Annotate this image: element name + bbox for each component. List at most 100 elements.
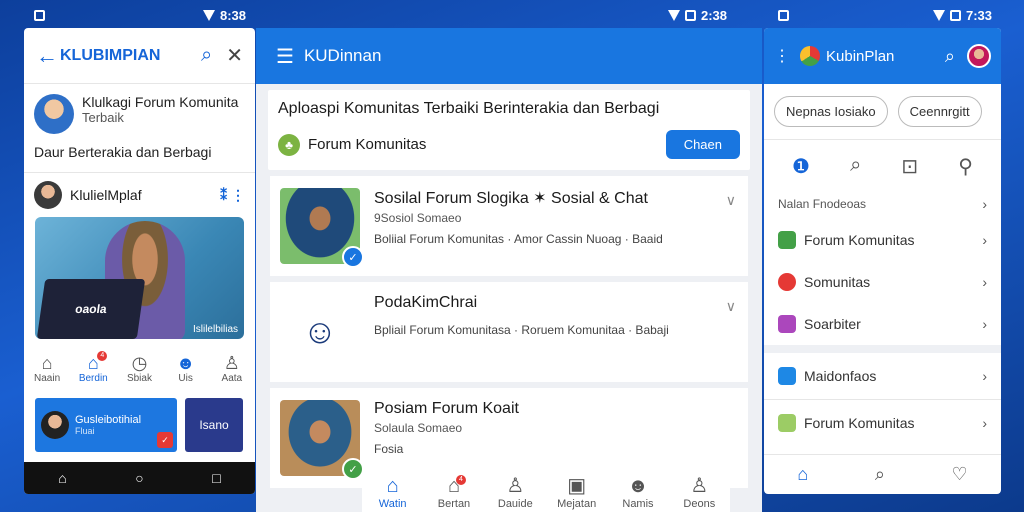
list-item[interactable]: Forum Komunitas › (764, 399, 1001, 445)
phone-left: ← KLUBIMPIAN ⌕ ✕ Klulkagi Forum Komunita… (24, 28, 255, 494)
nav-item-uis[interactable]: ☻ Uis (166, 353, 206, 384)
close-icon[interactable]: ✕ (226, 43, 243, 68)
heart-icon[interactable]: ♡ (952, 464, 968, 485)
post-author: KlulielMplaf ⁑ ⋮ (24, 173, 255, 217)
nav-item-sbiak[interactable]: ◷ Sbiak (119, 353, 159, 384)
nav-label: Naain (34, 373, 61, 384)
more-options-icon[interactable]: ⋮ (774, 46, 790, 66)
notification-icon (34, 9, 45, 21)
avatar[interactable] (34, 94, 74, 134)
post-meta: Boliial Forum Komunitas · Amor Cassin Nu… (374, 232, 663, 246)
nav-item-namis[interactable]: ☻ Namis (608, 475, 668, 510)
filter-chips: Nepnas Iosiako Ceennrgitt (764, 84, 1001, 139)
home-icon: ⌂ (447, 475, 461, 497)
app-logo-icon (800, 46, 820, 66)
calendar-icon: ▣ (567, 475, 587, 497)
promo-card-primary[interactable]: Gusleibotihial Fluai ✓ (35, 398, 177, 452)
nav-item-berdin[interactable]: ⌂ 4 Berdin (73, 351, 113, 384)
search-list-icon (778, 315, 796, 333)
nav-item-bertan[interactable]: ⌂ 4 Bertan (424, 475, 484, 510)
quick-icons: ❶ ⌕ ⊡ ⚲ (764, 139, 1001, 189)
home-icon[interactable]: ⌂ (797, 464, 808, 485)
card-subtitle: Fluai (75, 426, 95, 436)
post-thumbnail[interactable]: ✓ (280, 188, 364, 268)
list-item-label: Forum Komunitas (804, 232, 915, 248)
search-button-icon[interactable]: ○ (135, 470, 143, 486)
chip-filter[interactable]: Ceennrgitt (897, 96, 982, 127)
profile-subtitle: Terbaik (82, 110, 124, 125)
leaf-icon: ♣ (278, 133, 300, 156)
join-button[interactable]: Chaen (665, 130, 740, 159)
nav-item-home[interactable]: ⌂ Watin (363, 475, 423, 510)
app-header: ☰ KUDinnan (256, 28, 762, 84)
battery-icon (949, 9, 961, 21)
battery-icon (685, 9, 696, 21)
status-bar-center: 2:38 (668, 0, 748, 30)
divider (764, 345, 1001, 353)
menu-icon[interactable]: ☰ (276, 44, 294, 69)
recents-button-icon[interactable]: □ (212, 470, 220, 486)
chevron-right-icon: › (982, 316, 987, 332)
search-icon[interactable]: ⌕ (201, 44, 212, 67)
post-thumbnail[interactable]: ✓ (280, 400, 364, 480)
bottom-nav: ⌂ ⌕ ♡ (764, 454, 1001, 494)
scan-icon[interactable]: ⊡ (901, 154, 918, 179)
list-item-label: Maidonfaos (804, 368, 877, 384)
info-icon[interactable]: ❶ (792, 154, 810, 179)
status-time: 7:33 (965, 7, 992, 23)
home-icon: ⌂ (87, 353, 99, 373)
promo-cards: Gusleibotihial Fluai ✓ Isano (24, 390, 255, 460)
list-item[interactable]: Soarbiter › (764, 303, 1001, 345)
nav-label: Mejatan (557, 498, 597, 510)
magnifier-icon[interactable]: ⚲ (958, 154, 973, 179)
status-bar-right: 7:33 (778, 0, 992, 30)
home-icon: ⌂ (386, 475, 399, 497)
verified-icon: ✓ (342, 246, 364, 268)
community-banner: Aploaspi Komunitas Terbaiki Berinterakia… (268, 90, 750, 170)
post-subtitle: Solaula Somaeo (374, 421, 463, 435)
chevron-down-icon[interactable]: ∨ (726, 298, 736, 315)
signal-icon (932, 9, 945, 21)
post-subtitle: 9Sosiol Somaeo (374, 211, 462, 225)
card-avatar (41, 411, 69, 439)
chip-filter[interactable]: Nepnas Iosiako (774, 96, 888, 127)
nav-item-deons[interactable]: ♙ Deons (669, 473, 729, 510)
feed-post[interactable]: ✓ Sosilal Forum Slogika ✶ Sosial & Chat … (270, 176, 748, 276)
feed-post[interactable]: ☺ PodaKimChrai Bpliail Forum Komunitasa … (270, 282, 748, 382)
list-item[interactable]: Somunitas › (764, 261, 1001, 303)
avatar[interactable] (967, 44, 991, 68)
nav-item-dauide[interactable]: ♙ Dauide (485, 473, 545, 510)
search-icon[interactable]: ⌕ (875, 464, 885, 485)
post-meta: Fosia (374, 442, 404, 456)
status-bar-left: 8:38 (34, 0, 246, 30)
author-avatar[interactable] (34, 181, 62, 209)
phone-center: ☰ KUDinnan Aploaspi Komunitas Terbaiki B… (256, 28, 762, 512)
nav-label: Watin (378, 498, 407, 510)
bottom-nav: ⌂ Watin ⌂ 4 Bertan ♙ Dauide ▣ Mejatan ☻ Namis … (362, 458, 730, 512)
card-badge-icon: ✓ (157, 432, 173, 448)
search-icon[interactable]: ⌕ (945, 46, 955, 67)
profile-name: Klulkagi Forum Komunita (82, 94, 239, 110)
system-nav-bar: ⌂ ○ □ (24, 462, 255, 494)
nav-item-home[interactable]: ⌂ Naain (27, 353, 67, 384)
chat-icon: ☻ (176, 353, 196, 373)
notification-badge: 4 (455, 475, 466, 485)
list-item[interactable]: Forum Komunitas › (764, 219, 1001, 261)
post-photo[interactable]: oaola Islilelbilias (35, 217, 244, 339)
mascot-icon: ☺ (302, 312, 338, 351)
post-thumbnail[interactable]: ☺ (280, 294, 360, 370)
promo-card-secondary[interactable]: Isano (185, 398, 243, 452)
section-header[interactable]: Nalan Fnodeoas › (764, 189, 1001, 219)
nav-item-mejatan[interactable]: ▣ Mejatan (547, 473, 607, 510)
more-options-icon[interactable]: ⁑ ⋮ (220, 187, 245, 204)
back-arrow-icon[interactable]: ← (36, 43, 60, 69)
profile-header: Klulkagi Forum Komunita Terbaik (24, 84, 255, 134)
list-item[interactable]: Maidonfaos › (764, 353, 1001, 399)
chevron-down-icon[interactable]: ∨ (726, 192, 736, 209)
nav-item-aata[interactable]: ♙ Aata (212, 353, 252, 384)
author-name[interactable]: KlulielMplaf (70, 187, 212, 203)
home-button-icon[interactable]: ⌂ (58, 470, 66, 486)
search-icon[interactable]: ⌕ (850, 154, 861, 179)
nav-label: Namis (622, 498, 654, 510)
signal-icon (202, 9, 215, 21)
